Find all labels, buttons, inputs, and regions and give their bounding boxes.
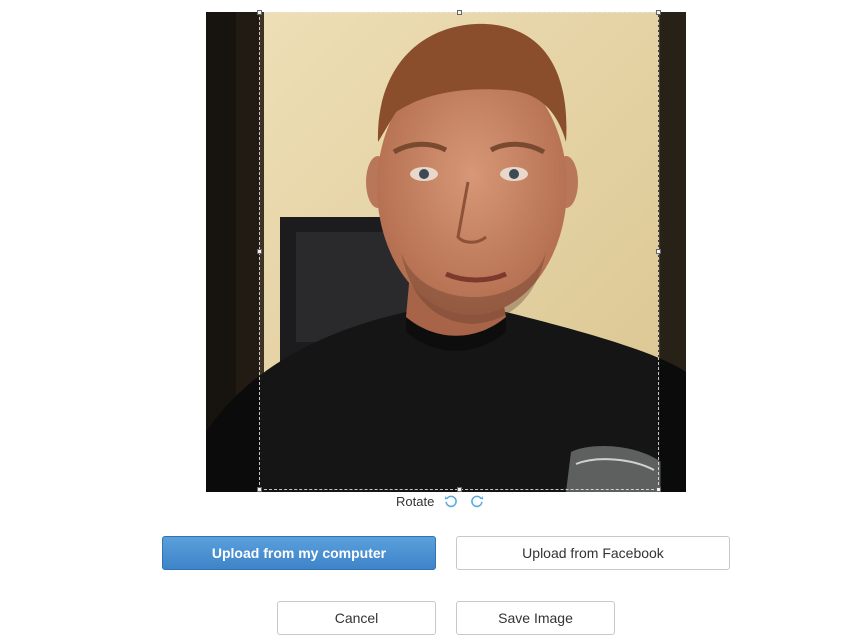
image-editor: Rotate Upload from my computer Upload fr… <box>0 0 858 644</box>
save-image-button[interactable]: Save Image <box>456 601 615 635</box>
rotate-label: Rotate <box>396 493 435 509</box>
upload-from-facebook-button[interactable]: Upload from Facebook <box>456 536 730 570</box>
cancel-button[interactable]: Cancel <box>277 601 436 635</box>
crop-handle-top-left[interactable] <box>257 10 262 15</box>
crop-shade-right <box>660 12 686 492</box>
crop-handle-top[interactable] <box>457 10 462 15</box>
crop-handle-bottom-left[interactable] <box>257 487 262 492</box>
crop-handle-left[interactable] <box>257 249 262 254</box>
rotate-right-icon[interactable] <box>468 492 486 510</box>
crop-handle-bottom-right[interactable] <box>656 487 661 492</box>
crop-handle-right[interactable] <box>656 249 661 254</box>
rotate-controls: Rotate <box>396 491 486 511</box>
crop-selection[interactable] <box>257 10 661 492</box>
crop-handle-top-right[interactable] <box>656 10 661 15</box>
rotate-left-icon[interactable] <box>442 492 460 510</box>
upload-from-computer-button[interactable]: Upload from my computer <box>162 536 436 570</box>
crop-shade-left <box>206 12 259 492</box>
